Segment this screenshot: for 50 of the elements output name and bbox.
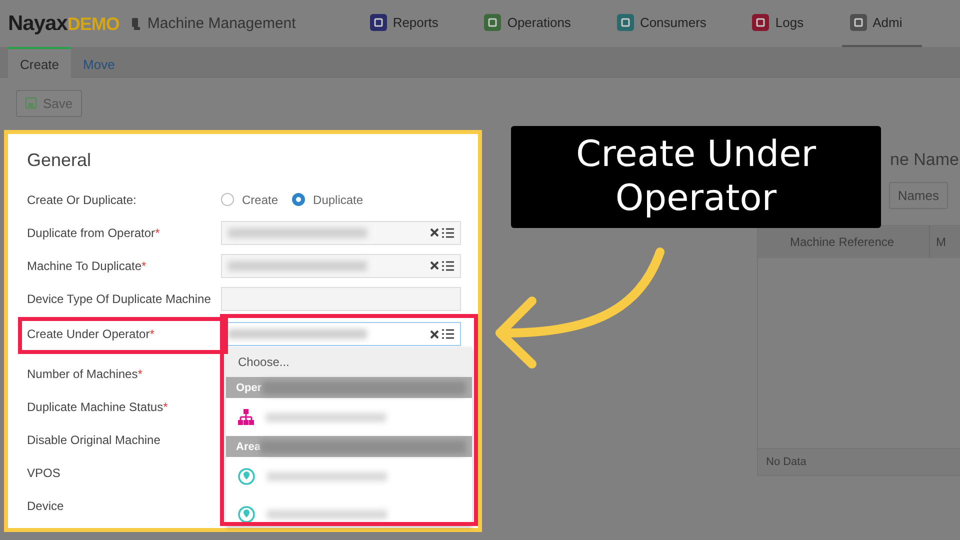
radio-button[interactable] (221, 193, 234, 206)
tab[interactable]: Create (8, 47, 72, 78)
list-icon (442, 329, 454, 339)
group-label: Oper (236, 382, 262, 394)
nav-tab[interactable]: Operations (476, 0, 579, 47)
field-label: VPOS (27, 466, 60, 480)
field-label: Number of Machines (27, 366, 138, 380)
nav-tab[interactable]: Consumers (608, 0, 714, 47)
list-icon (442, 260, 454, 270)
radio-option[interactable]: Duplicate (292, 192, 364, 206)
field-label: Device Type Of Duplicate Machine (27, 292, 211, 306)
radio-option[interactable]: Create (221, 192, 278, 206)
nav-tab[interactable]: Logs (744, 0, 812, 47)
radio-label: Create (242, 192, 278, 206)
section-title: ne Name (890, 150, 959, 170)
page-title: Machine Management (147, 15, 296, 32)
logo: NayaxDEMO (8, 12, 120, 36)
field-label: Duplicate Machine Status (27, 400, 164, 414)
close-icon (430, 330, 439, 338)
location-icon (238, 468, 255, 484)
required-mark: * (163, 400, 168, 414)
field-label: Disable Original Machine (27, 432, 160, 446)
radio-label: Duplicate (313, 192, 364, 206)
required-mark: * (150, 327, 154, 341)
nav-tab[interactable]: Reports (362, 0, 446, 47)
hierarchy-icon (238, 409, 254, 425)
required-mark: * (155, 226, 160, 240)
group-label: Area (236, 440, 260, 452)
required-mark: * (138, 366, 142, 380)
select-field[interactable] (221, 220, 461, 244)
field-label: Machine To Duplicate (27, 258, 142, 272)
radio-button[interactable] (292, 193, 306, 206)
input-field[interactable] (221, 286, 461, 310)
save-icon (25, 97, 37, 109)
location-icon (238, 506, 255, 522)
empty-message: No Data (766, 456, 806, 468)
callout-box: Create Under Operator (511, 126, 881, 228)
names-button[interactable]: Names (888, 182, 948, 209)
field-label: Device (27, 498, 64, 512)
column-header[interactable]: M (930, 235, 946, 249)
select-field[interactable] (221, 254, 461, 278)
field-label: Create Under Operator (27, 327, 150, 341)
list-icon (442, 228, 454, 238)
dropdown-option[interactable]: Choose... (226, 347, 472, 377)
field-label: Duplicate from Operator (27, 226, 156, 240)
field-label: Create Or Duplicate: (27, 192, 136, 206)
close-icon (430, 228, 439, 237)
close-icon (430, 261, 439, 270)
required-mark: * (142, 258, 146, 272)
section-title: General (27, 150, 92, 171)
